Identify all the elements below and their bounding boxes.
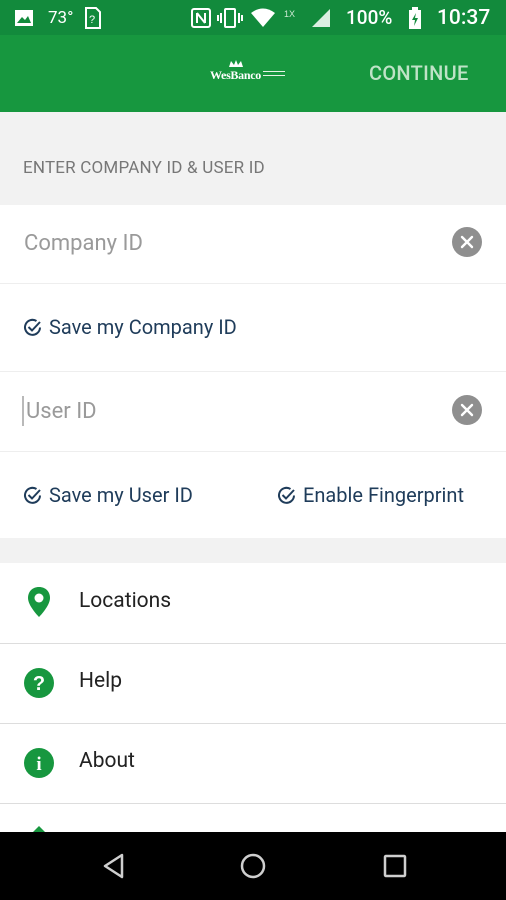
- clear-user-id-button[interactable]: [452, 395, 482, 425]
- android-nav-bar: [0, 832, 506, 900]
- close-icon: [460, 403, 474, 417]
- continue-button[interactable]: CONTINUE: [369, 61, 469, 85]
- wifi-icon: [250, 0, 276, 35]
- home-icon[interactable]: [239, 852, 267, 880]
- section-title: ENTER COMPANY ID & USER ID: [23, 158, 265, 178]
- image-notification-icon: [14, 0, 34, 35]
- help-icon: ?: [24, 668, 54, 698]
- menu-list: Locations ? Help i About: [0, 563, 506, 856]
- enable-fingerprint-checkbox[interactable]: Enable Fingerprint: [276, 483, 464, 507]
- info-icon: i: [24, 748, 54, 778]
- crown-icon: [229, 60, 243, 67]
- svg-text:?: ?: [89, 14, 95, 26]
- status-bar: 73° ? 1X 100% 10:37: [0, 0, 506, 35]
- svg-text:i: i: [36, 754, 41, 775]
- sim-unknown-icon: ?: [84, 0, 102, 35]
- menu-item-label: About: [79, 749, 135, 773]
- user-id-input[interactable]: [24, 394, 448, 428]
- save-company-id-label: Save my Company ID: [49, 315, 237, 339]
- menu-item-help[interactable]: ? Help: [0, 643, 506, 724]
- logo-text: WesBanco: [210, 68, 261, 82]
- svg-text:1X: 1X: [284, 9, 295, 19]
- save-company-id-checkbox[interactable]: Save my Company ID: [22, 315, 237, 339]
- back-icon[interactable]: [100, 852, 128, 880]
- wesbanco-logo: WesBanco: [210, 60, 290, 85]
- logo-lines: [263, 71, 285, 79]
- recents-icon[interactable]: [381, 852, 409, 880]
- nfc-icon: [190, 0, 212, 35]
- menu-item-about[interactable]: i About: [0, 723, 506, 804]
- save-user-id-label: Save my User ID: [49, 483, 193, 507]
- check-circle-icon: [24, 486, 41, 504]
- close-icon: [460, 235, 474, 249]
- battery-percentage: 100%: [346, 6, 393, 29]
- location-pin-icon: [28, 587, 50, 617]
- app-bar: WesBanco CONTINUE: [0, 35, 506, 112]
- clock: 10:37: [437, 5, 491, 30]
- check-circle-icon: [24, 318, 41, 336]
- temperature-text: 73°: [48, 7, 74, 28]
- menu-item-locations[interactable]: Locations: [0, 563, 506, 644]
- battery-icon: [408, 0, 422, 35]
- enable-fingerprint-label: Enable Fingerprint: [303, 483, 464, 507]
- svg-text:?: ?: [33, 673, 45, 695]
- company-id-input[interactable]: [22, 226, 446, 260]
- vibrate-icon: [217, 0, 243, 35]
- signal-icon: 1X: [284, 0, 332, 35]
- check-circle-icon: [278, 486, 295, 504]
- menu-item-label: Help: [79, 669, 123, 693]
- clear-company-id-button[interactable]: [452, 227, 482, 257]
- menu-item-label: Locations: [79, 589, 172, 613]
- save-user-id-checkbox[interactable]: Save my User ID: [22, 483, 193, 507]
